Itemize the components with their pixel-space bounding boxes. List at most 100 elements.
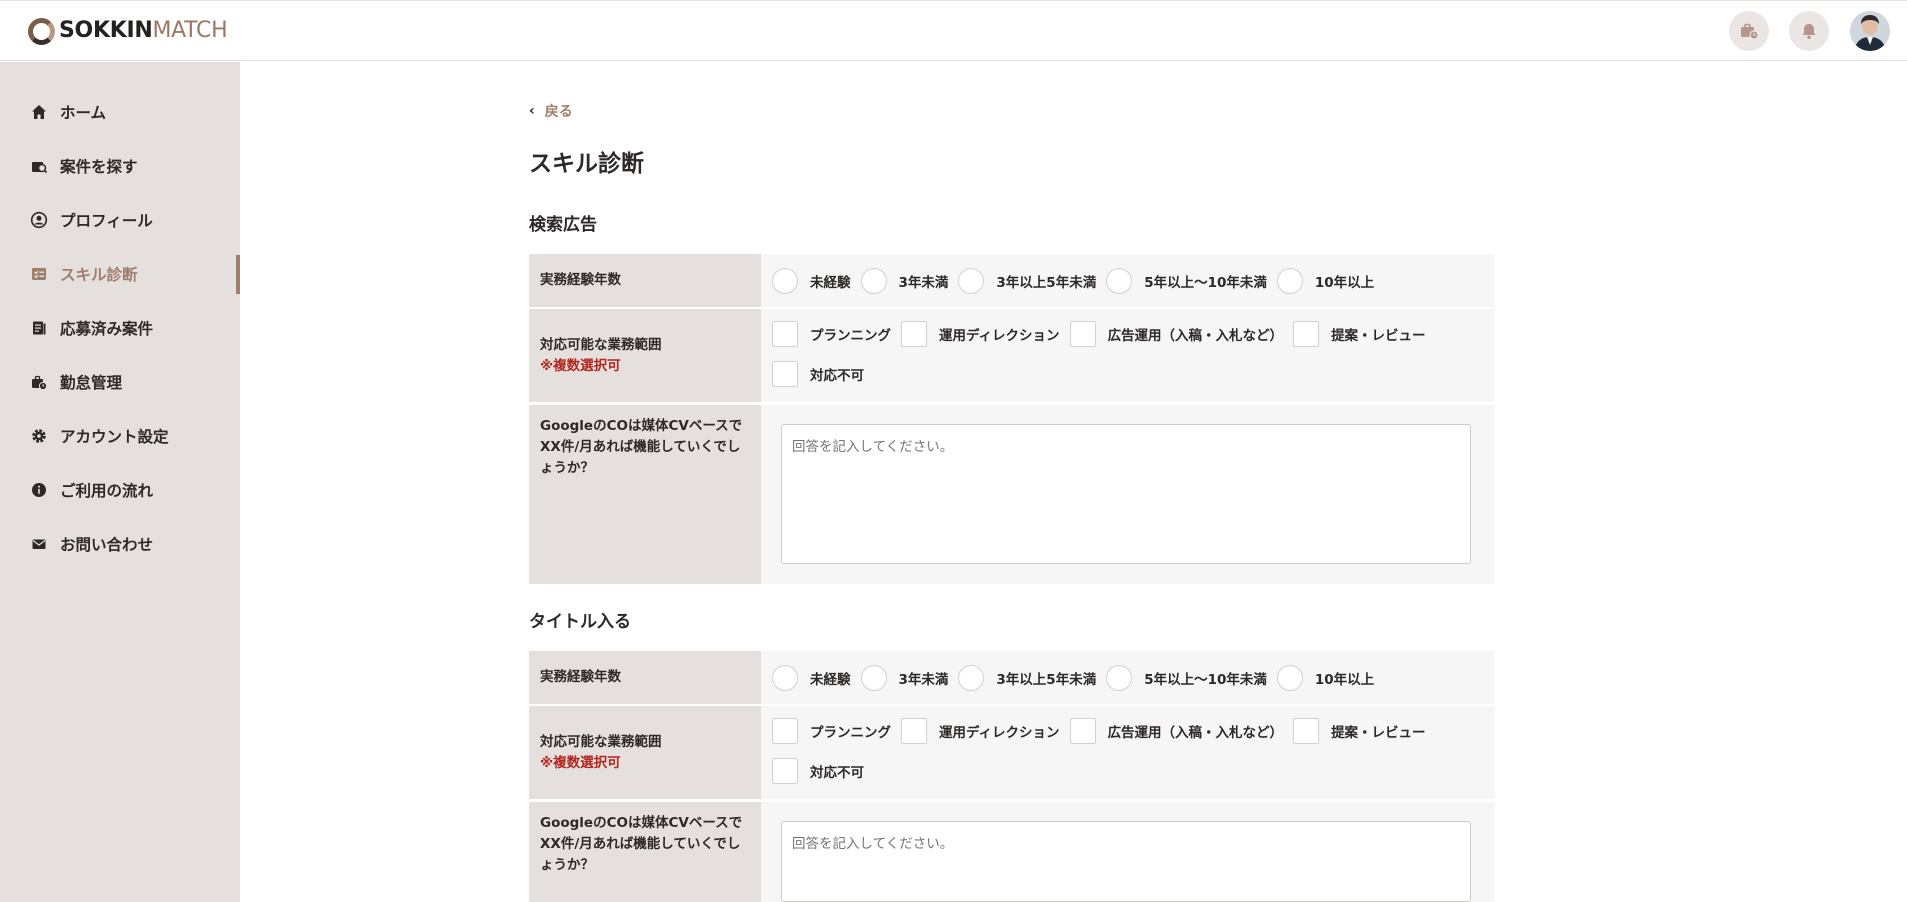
checkbox[interactable]: [1293, 321, 1320, 347]
sidebar-item-label: スキル診断: [60, 266, 138, 284]
scope-option[interactable]: 提案・レビュー: [1293, 718, 1426, 744]
checkbox[interactable]: [1069, 718, 1096, 744]
scope-option[interactable]: 広告運用（入稿・入札など）: [1069, 718, 1283, 744]
experience-row: 実務経験年数 未経験 3年未満 3年以上5年未満 5年以上〜10年未満 10年以…: [529, 651, 1495, 704]
experience-radio-group: 未経験 3年未満 3年以上5年未満 5年以上〜10年未満 10年以上: [772, 254, 1484, 307]
radio-button[interactable]: [860, 664, 887, 691]
experience-option[interactable]: 10年以上: [1276, 664, 1374, 691]
radio-button[interactable]: [772, 664, 798, 691]
sidebar-item-usage-flow[interactable]: ご利用の流れ: [0, 463, 240, 517]
experience-option[interactable]: 5年以上〜10年未満: [1106, 267, 1267, 294]
checkbox[interactable]: [772, 321, 798, 347]
checkbox[interactable]: [772, 718, 798, 744]
radio-button[interactable]: [860, 267, 887, 294]
sidebar-item-label: ホーム: [60, 104, 107, 122]
checkbox[interactable]: [772, 361, 798, 387]
experience-option[interactable]: 未経験: [772, 664, 851, 691]
applied-icon: [30, 319, 48, 337]
bell-icon: [1802, 24, 1816, 39]
sidebar-item-label: ご利用の流れ: [60, 482, 154, 500]
checkbox[interactable]: [901, 321, 927, 347]
scope-option[interactable]: 提案・レビュー: [1293, 321, 1426, 347]
experience-option[interactable]: 3年以上5年未満: [958, 664, 1096, 691]
experience-radio-group: 未経験 3年未満 3年以上5年未満 5年以上〜10年未満 10年以上: [772, 651, 1484, 704]
page-title: スキル診断: [529, 151, 644, 177]
radio-button[interactable]: [1276, 664, 1303, 691]
checkbox[interactable]: [1293, 718, 1320, 744]
experience-label: 実務経験年数: [540, 669, 621, 685]
scope-row: 対応可能な業務範囲 ※複数選択可 プランニング 運用ディレクション 広告運用（入…: [529, 706, 1495, 799]
radio-button[interactable]: [958, 664, 985, 691]
home-icon: [30, 103, 48, 121]
scope-option[interactable]: プランニング: [772, 718, 891, 744]
sidebar-item-profile[interactable]: プロフィール: [0, 193, 240, 247]
sidebar-item-label: プロフィール: [60, 212, 153, 230]
sidebar-item-attendance[interactable]: 勤怠管理: [0, 355, 240, 409]
logo-ring-icon: [28, 17, 55, 45]
radio-button[interactable]: [1106, 664, 1133, 691]
checkbox[interactable]: [901, 718, 927, 744]
answer-textarea[interactable]: [781, 424, 1471, 564]
scope-option[interactable]: 対応不可: [772, 758, 864, 784]
sidebar-item-label: アカウント設定: [60, 428, 169, 446]
job-history-button[interactable]: [1729, 11, 1769, 51]
sidebar-item-account-settings[interactable]: アカウント設定: [0, 409, 240, 463]
scope-row: 対応可能な業務範囲 ※複数選択可 プランニング 運用ディレクション 広告運用（入…: [529, 309, 1495, 402]
sidebar-item-label: 応募済み案件: [60, 320, 154, 338]
scope-checkbox-group: プランニング 運用ディレクション 広告運用（入稿・入札など） 提案・レビュー 対…: [772, 718, 1484, 784]
radio-button[interactable]: [1276, 267, 1303, 294]
radio-button[interactable]: [958, 267, 985, 294]
question-row: GoogleのCOは媒体CVベースでXX件/月あれば機能していくでしょうか？: [529, 405, 1495, 584]
multi-select-note: ※複数選択可: [540, 754, 621, 771]
sidebar: ホーム 案件を探す プロフィール スキル診断 応募済み案件 勤怠管理 アカウント…: [0, 62, 240, 902]
avatar-photo-icon: [1850, 11, 1890, 51]
scope-option[interactable]: 運用ディレクション: [901, 321, 1060, 347]
experience-option[interactable]: 3年未満: [860, 664, 948, 691]
profile-icon: [30, 211, 48, 229]
sidebar-item-applied-jobs[interactable]: 応募済み案件: [0, 301, 240, 355]
notification-button[interactable]: [1789, 11, 1829, 51]
sidebar-item-home[interactable]: ホーム: [0, 85, 240, 139]
scope-label: 対応可能な業務範囲: [540, 336, 662, 353]
logo-text-light: MATCH: [152, 18, 228, 43]
experience-option[interactable]: 5年以上〜10年未満: [1106, 664, 1267, 691]
user-avatar[interactable]: [1850, 11, 1890, 51]
back-link[interactable]: ‹ 戻る: [529, 101, 573, 121]
sidebar-item-label: 勤怠管理: [60, 374, 123, 392]
scope-option[interactable]: 広告運用（入稿・入札など）: [1069, 321, 1283, 347]
experience-row: 実務経験年数 未経験 3年未満 3年以上5年未満 5年以上〜10年未満 10年以…: [529, 254, 1495, 307]
multi-select-note: ※複数選択可: [540, 357, 621, 374]
experience-option[interactable]: 10年以上: [1276, 267, 1374, 294]
question-label: GoogleのCOは媒体CVベースでXX件/月あれば機能していくでしょうか？: [540, 815, 743, 873]
radio-button[interactable]: [772, 267, 798, 294]
experience-option[interactable]: 3年未満: [860, 267, 948, 294]
search-job-icon: [30, 157, 48, 175]
question-row: GoogleのCOは媒体CVベースでXX件/月あれば機能していくでしょうか？: [529, 802, 1495, 902]
scope-checkbox-group: プランニング 運用ディレクション 広告運用（入稿・入札など） 提案・レビュー 対…: [772, 321, 1484, 387]
scope-option[interactable]: 対応不可: [772, 361, 864, 387]
scope-option[interactable]: プランニング: [772, 321, 891, 347]
sidebar-item-skill-diagnosis[interactable]: スキル診断: [0, 247, 240, 301]
scope-option[interactable]: 運用ディレクション: [901, 718, 1060, 744]
sokkin-match-logo[interactable]: SOKKINMATCH: [28, 16, 228, 46]
sidebar-item-contact[interactable]: お問い合わせ: [0, 517, 240, 571]
skill-icon: [30, 265, 48, 283]
checkbox[interactable]: [772, 758, 798, 784]
experience-option[interactable]: 未経験: [772, 267, 851, 294]
top-header: SOKKINMATCH: [0, 0, 1907, 61]
logo-text-bold: SOKKIN: [59, 18, 153, 43]
section-title: タイトル入る: [529, 612, 631, 632]
attendance-icon: [30, 373, 48, 391]
scope-label: 対応可能な業務範囲: [540, 733, 662, 750]
experience-label: 実務経験年数: [540, 272, 621, 288]
answer-textarea[interactable]: [781, 821, 1471, 902]
back-label: 戻る: [544, 104, 573, 120]
question-label: GoogleのCOは媒体CVベースでXX件/月あれば機能していくでしょうか？: [540, 418, 743, 476]
sidebar-item-label: 案件を探す: [60, 158, 138, 176]
radio-button[interactable]: [1106, 267, 1133, 294]
sidebar-item-search-jobs[interactable]: 案件を探す: [0, 139, 240, 193]
checkbox[interactable]: [1069, 321, 1096, 347]
section-title: 検索広告: [529, 215, 597, 235]
experience-option[interactable]: 3年以上5年未満: [958, 267, 1096, 294]
chevron-left-icon: ‹: [529, 103, 535, 119]
